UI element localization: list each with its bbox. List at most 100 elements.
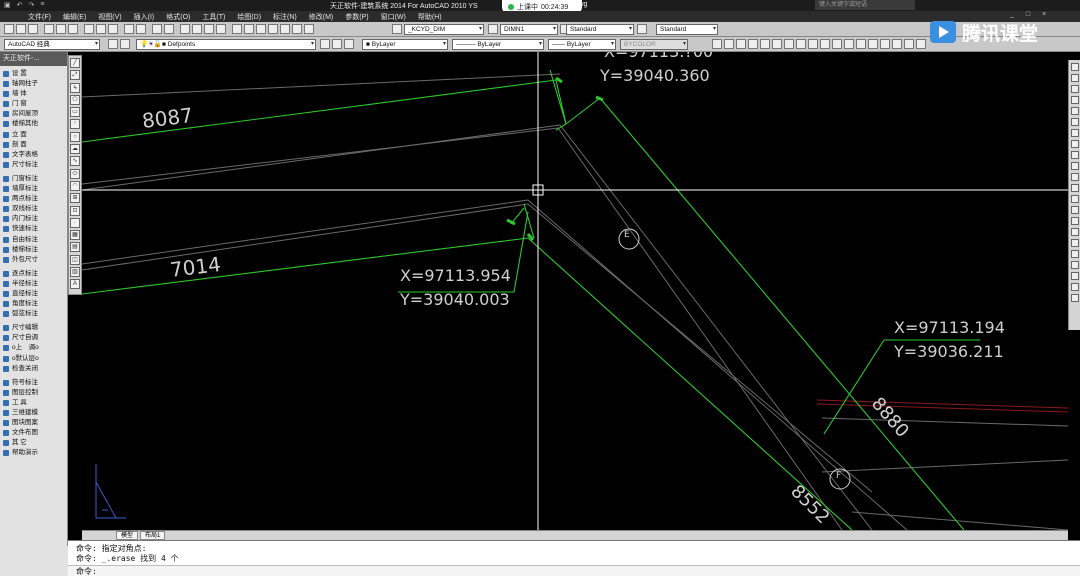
coord-y-label-1[interactable]: Y=39040.003	[400, 290, 510, 309]
tangent-tool-17-icon[interactable]	[904, 39, 914, 49]
explode-icon[interactable]	[1070, 239, 1079, 247]
menu-draw[interactable]: 绘图(D)	[237, 12, 261, 22]
tangent-tool-18-icon[interactable]	[916, 39, 926, 49]
side-menu-item[interactable]: 立 面	[0, 130, 67, 140]
help-search-input[interactable]: 键入关键字或短语	[815, 0, 915, 10]
coord-x-label-2[interactable]: X=97113.194	[894, 318, 1005, 337]
side-menu-item[interactable]: 自由标注	[0, 235, 67, 245]
polygon-icon[interactable]: ⬠	[70, 94, 80, 105]
tangent-tool-15-icon[interactable]	[880, 39, 890, 49]
offset-icon[interactable]	[1070, 96, 1079, 104]
side-menu-item[interactable]: 半径标注	[0, 279, 67, 289]
point-icon[interactable]: ·	[70, 217, 80, 228]
ellipse-icon[interactable]: ⬭	[70, 168, 80, 179]
menu-modify[interactable]: 修改(M)	[309, 12, 334, 22]
side-menu-item[interactable]: 其 它	[0, 438, 67, 448]
tangent-tool-4-icon[interactable]	[748, 39, 758, 49]
coord-y-label-partial[interactable]: Y=39040.360	[600, 66, 710, 85]
quick-access-redo-icon[interactable]: ↷	[29, 1, 35, 9]
menu-parametric[interactable]: 参数(P)	[345, 12, 368, 22]
side-menu-item[interactable]: 内门标注	[0, 214, 67, 224]
spline-icon[interactable]: ∿	[70, 156, 80, 167]
side-menu-item[interactable]: 双线标注	[0, 204, 67, 214]
menu-format[interactable]: 格式(O)	[166, 12, 190, 22]
side-menu-item[interactable]: 两点标注	[0, 194, 67, 204]
properties-icon[interactable]	[232, 24, 242, 34]
restore-button[interactable]: □	[1026, 11, 1030, 18]
preview-icon[interactable]	[56, 24, 66, 34]
workspace-select[interactable]: AutoCAD 经典 ▾	[4, 39, 100, 50]
fillet-icon[interactable]	[1070, 228, 1079, 236]
copy-icon[interactable]	[96, 24, 106, 34]
open-icon[interactable]	[16, 24, 26, 34]
markup-icon[interactable]	[280, 24, 290, 34]
side-menu-item[interactable]: 检查关闭	[0, 364, 67, 374]
side-menu-item[interactable]: 逐点标注	[0, 269, 67, 279]
match-properties-icon[interactable]	[124, 24, 134, 34]
tab-layout1[interactable]: 布局1	[140, 531, 166, 540]
sheet-set-icon[interactable]	[268, 24, 278, 34]
menu-insert[interactable]: 插入(I)	[134, 12, 155, 22]
polyline-icon[interactable]: ↳	[70, 82, 80, 93]
side-menu-item[interactable]: 尺寸自调	[0, 333, 67, 343]
tangent-tool-12-icon[interactable]	[844, 39, 854, 49]
arc-icon[interactable]: ◜	[70, 119, 80, 130]
layer-manager-icon[interactable]	[108, 39, 118, 49]
multileader-style-select[interactable]: DIMN1 ▾	[500, 24, 558, 35]
circle-icon[interactable]: ○	[70, 131, 80, 142]
color-select[interactable]: ■ ByLayer ▾	[362, 39, 448, 50]
menu-window[interactable]: 窗口(W)	[381, 12, 406, 22]
layer-previous-icon[interactable]	[332, 39, 342, 49]
region-icon[interactable]: ◫	[70, 254, 80, 265]
rectangle-icon[interactable]: ▭	[70, 107, 80, 118]
make-current-layer-icon[interactable]	[320, 39, 330, 49]
array-icon[interactable]	[1070, 107, 1079, 115]
side-menu-item[interactable]: 墙厚标注	[0, 184, 67, 194]
coord-x-label-partial[interactable]: X=97113.?00	[604, 52, 713, 61]
rotate-icon[interactable]	[1070, 129, 1079, 137]
menu-help[interactable]: 帮助(H)	[418, 12, 442, 22]
tangent-tool-9-icon[interactable]	[808, 39, 818, 49]
block-editor-icon[interactable]	[136, 24, 146, 34]
erase-icon[interactable]	[1070, 63, 1079, 71]
quick-access-menu-icon[interactable]: ≡	[40, 1, 44, 9]
side-menu-item[interactable]: 符号标注	[0, 378, 67, 388]
side-menu-item[interactable]: 外包尺寸	[0, 255, 67, 265]
modify-extra-3-icon[interactable]	[1070, 272, 1079, 280]
layer-state-icon[interactable]	[120, 39, 130, 49]
cut-icon[interactable]	[84, 24, 94, 34]
close-button[interactable]: ×	[1042, 11, 1046, 18]
side-menu-item[interactable]: o上 调o	[0, 343, 67, 353]
line-icon[interactable]: ╱	[70, 58, 80, 68]
tangent-tool-6-icon[interactable]	[772, 39, 782, 49]
dim-style-select[interactable]: _KCYD_DIM ▾	[404, 24, 484, 35]
ellipse-arc-icon[interactable]: ◠	[70, 180, 80, 191]
hatch-icon[interactable]: ▦	[70, 230, 80, 241]
text-style-select[interactable]: Standard ▾	[566, 24, 634, 35]
side-menu-item[interactable]: 设 置	[0, 69, 67, 79]
modify-extra-4-icon[interactable]	[1070, 283, 1079, 291]
modify-extra-1-icon[interactable]	[1070, 250, 1079, 258]
tangent-tool-16-icon[interactable]	[892, 39, 902, 49]
side-menu-item[interactable]: 轴网柱子	[0, 79, 67, 89]
tab-model[interactable]: 模型	[116, 531, 139, 540]
print-icon[interactable]	[44, 24, 54, 34]
table-style-icon[interactable]	[637, 24, 647, 34]
construction-line-icon[interactable]: ⤢	[70, 70, 80, 81]
side-menu-item[interactable]: 直径标注	[0, 289, 67, 299]
tangent-tool-10-icon[interactable]	[820, 39, 830, 49]
zoom-realtime-icon[interactable]	[192, 24, 202, 34]
pan-icon[interactable]	[180, 24, 190, 34]
insert-block-icon[interactable]: ⊞	[70, 193, 80, 204]
side-menu-item[interactable]: 尺寸标注	[0, 160, 67, 170]
publish-icon[interactable]	[68, 24, 78, 34]
zoom-previous-icon[interactable]	[216, 24, 226, 34]
chamfer-icon[interactable]	[1070, 217, 1079, 225]
make-block-icon[interactable]: ⊡	[70, 205, 80, 216]
modify-extra-2-icon[interactable]	[1070, 261, 1079, 269]
quick-access-save-icon[interactable]: ▣	[4, 1, 11, 9]
menu-dimension[interactable]: 标注(N)	[273, 12, 297, 22]
side-menu-item[interactable]: 房间屋顶	[0, 109, 67, 119]
coord-y-label-2[interactable]: Y=39036.211	[894, 342, 1004, 361]
help-icon[interactable]	[304, 24, 314, 34]
